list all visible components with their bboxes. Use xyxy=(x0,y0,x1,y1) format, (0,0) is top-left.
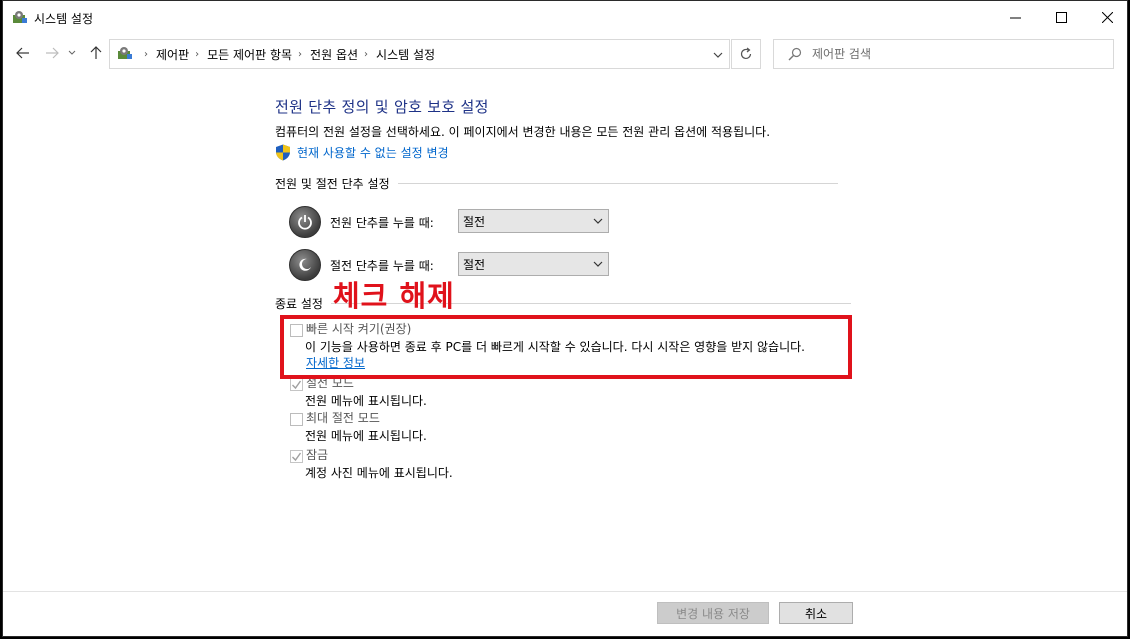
power-section-header: 전원 및 절전 단추 설정 xyxy=(275,175,838,192)
forward-button[interactable] xyxy=(41,42,63,64)
back-button[interactable] xyxy=(12,42,34,64)
hibernate-option: 최대 절전 모드 전원 메뉴에 표시됩니다. xyxy=(290,410,427,445)
hibernate-title: 최대 절전 모드 xyxy=(306,411,380,425)
minimize-icon xyxy=(1009,17,1021,19)
navigation-bar: › 제어판 › 모든 제어판 항목 › 전원 옵션 › 시스템 설정 xyxy=(3,36,1127,72)
search-input[interactable] xyxy=(812,47,1102,61)
sleep-icon xyxy=(289,249,321,281)
up-button[interactable] xyxy=(85,42,107,64)
sleep-button-label: 절전 단추를 누를 때: xyxy=(330,259,434,273)
power-button-setting: 전원 단추를 누를 때: 절전 xyxy=(289,206,609,238)
lock-option: 잠금 계정 사진 메뉴에 표시됩니다. xyxy=(290,447,453,482)
annotation-label: 체크 해제 xyxy=(333,279,455,313)
sleep-option: 절전 모드 전원 메뉴에 표시됩니다. xyxy=(290,375,427,410)
power-section-title: 전원 및 절전 단추 설정 xyxy=(275,177,390,191)
title-bar: 시스템 설정 xyxy=(3,1,1127,34)
lock-title: 잠금 xyxy=(306,448,329,462)
checkmark-icon xyxy=(292,380,302,390)
sleep-button-value: 절전 xyxy=(463,257,486,272)
power-button-label: 전원 단추를 누를 때: xyxy=(330,216,434,230)
sleep-button-setting: 절전 단추를 누를 때: 절전 xyxy=(289,249,609,281)
arrow-left-icon xyxy=(16,47,29,59)
power-button-value: 절전 xyxy=(463,214,486,229)
change-settings-link-text[interactable]: 현재 사용할 수 없는 설정 변경 xyxy=(297,144,449,161)
sleep-description: 전원 메뉴에 표시됩니다. xyxy=(305,394,427,408)
chevron-down-icon xyxy=(713,52,723,58)
breadcrumb-item[interactable]: 시스템 설정 xyxy=(376,46,435,63)
checkmark-icon xyxy=(292,452,302,462)
breadcrumb-item[interactable]: 전원 옵션 › xyxy=(310,46,376,63)
refresh-button[interactable] xyxy=(731,39,761,69)
chevron-down-icon xyxy=(68,50,76,55)
chevron-down-icon xyxy=(593,261,603,267)
lock-checkbox[interactable] xyxy=(290,450,303,463)
power-icon xyxy=(289,206,321,238)
maximize-button[interactable] xyxy=(1038,1,1084,34)
window-title: 시스템 설정 xyxy=(34,12,94,26)
power-button-select[interactable]: 절전 xyxy=(458,209,609,233)
search-box[interactable] xyxy=(773,39,1114,69)
minimize-button[interactable] xyxy=(992,1,1038,34)
search-icon xyxy=(788,47,802,61)
breadcrumb-item[interactable]: 모든 제어판 항목 › xyxy=(207,46,310,63)
arrow-up-icon xyxy=(90,46,102,59)
cancel-button[interactable]: 취소 xyxy=(779,602,853,624)
hibernate-description: 전원 메뉴에 표시됩니다. xyxy=(305,429,427,443)
refresh-icon xyxy=(740,47,752,60)
maximize-icon xyxy=(1055,12,1067,23)
button-bar: 변경 내용 저장 취소 xyxy=(3,591,1127,636)
close-icon xyxy=(1101,12,1113,23)
main-content: 전원 단추 정의 및 암호 보호 설정 컴퓨터의 전원 설정을 선택하세요. 이… xyxy=(3,73,1127,593)
page-title: 전원 단추 정의 및 암호 보호 설정 xyxy=(275,98,489,116)
address-history-button[interactable] xyxy=(709,46,727,64)
page-description: 컴퓨터의 전원 설정을 선택하세요. 이 페이지에서 변경한 내용은 모든 전원… xyxy=(275,125,771,139)
location-icon xyxy=(116,45,134,64)
lock-description: 계정 사진 메뉴에 표시됩니다. xyxy=(305,466,453,480)
highlight-box xyxy=(280,315,852,379)
arrow-right-icon xyxy=(46,47,59,59)
save-changes-button[interactable]: 변경 내용 저장 xyxy=(657,602,769,624)
chevron-down-icon xyxy=(593,218,603,224)
recent-locations-button[interactable] xyxy=(65,42,79,64)
change-unavailable-settings-link[interactable]: 현재 사용할 수 없는 설정 변경 xyxy=(275,144,449,161)
sleep-checkbox[interactable] xyxy=(290,378,303,391)
uac-shield-icon xyxy=(276,144,290,161)
close-button[interactable] xyxy=(1084,1,1127,34)
sleep-button-select[interactable]: 절전 xyxy=(458,252,609,276)
shutdown-section-title: 종료 설정 xyxy=(275,297,323,311)
section-divider xyxy=(397,183,838,184)
control-panel-icon xyxy=(11,9,29,25)
breadcrumb-item[interactable]: 제어판 › xyxy=(156,46,207,63)
hibernate-checkbox[interactable] xyxy=(290,413,303,426)
address-bar[interactable]: › 제어판 › 모든 제어판 항목 › 전원 옵션 › 시스템 설정 xyxy=(109,39,730,69)
breadcrumb-separator[interactable]: › xyxy=(138,49,156,60)
control-panel-window: 시스템 설정 › 제어판 › 모든 제어판 항목 › 전원 옵션 › 시스템 설… xyxy=(2,0,1128,637)
